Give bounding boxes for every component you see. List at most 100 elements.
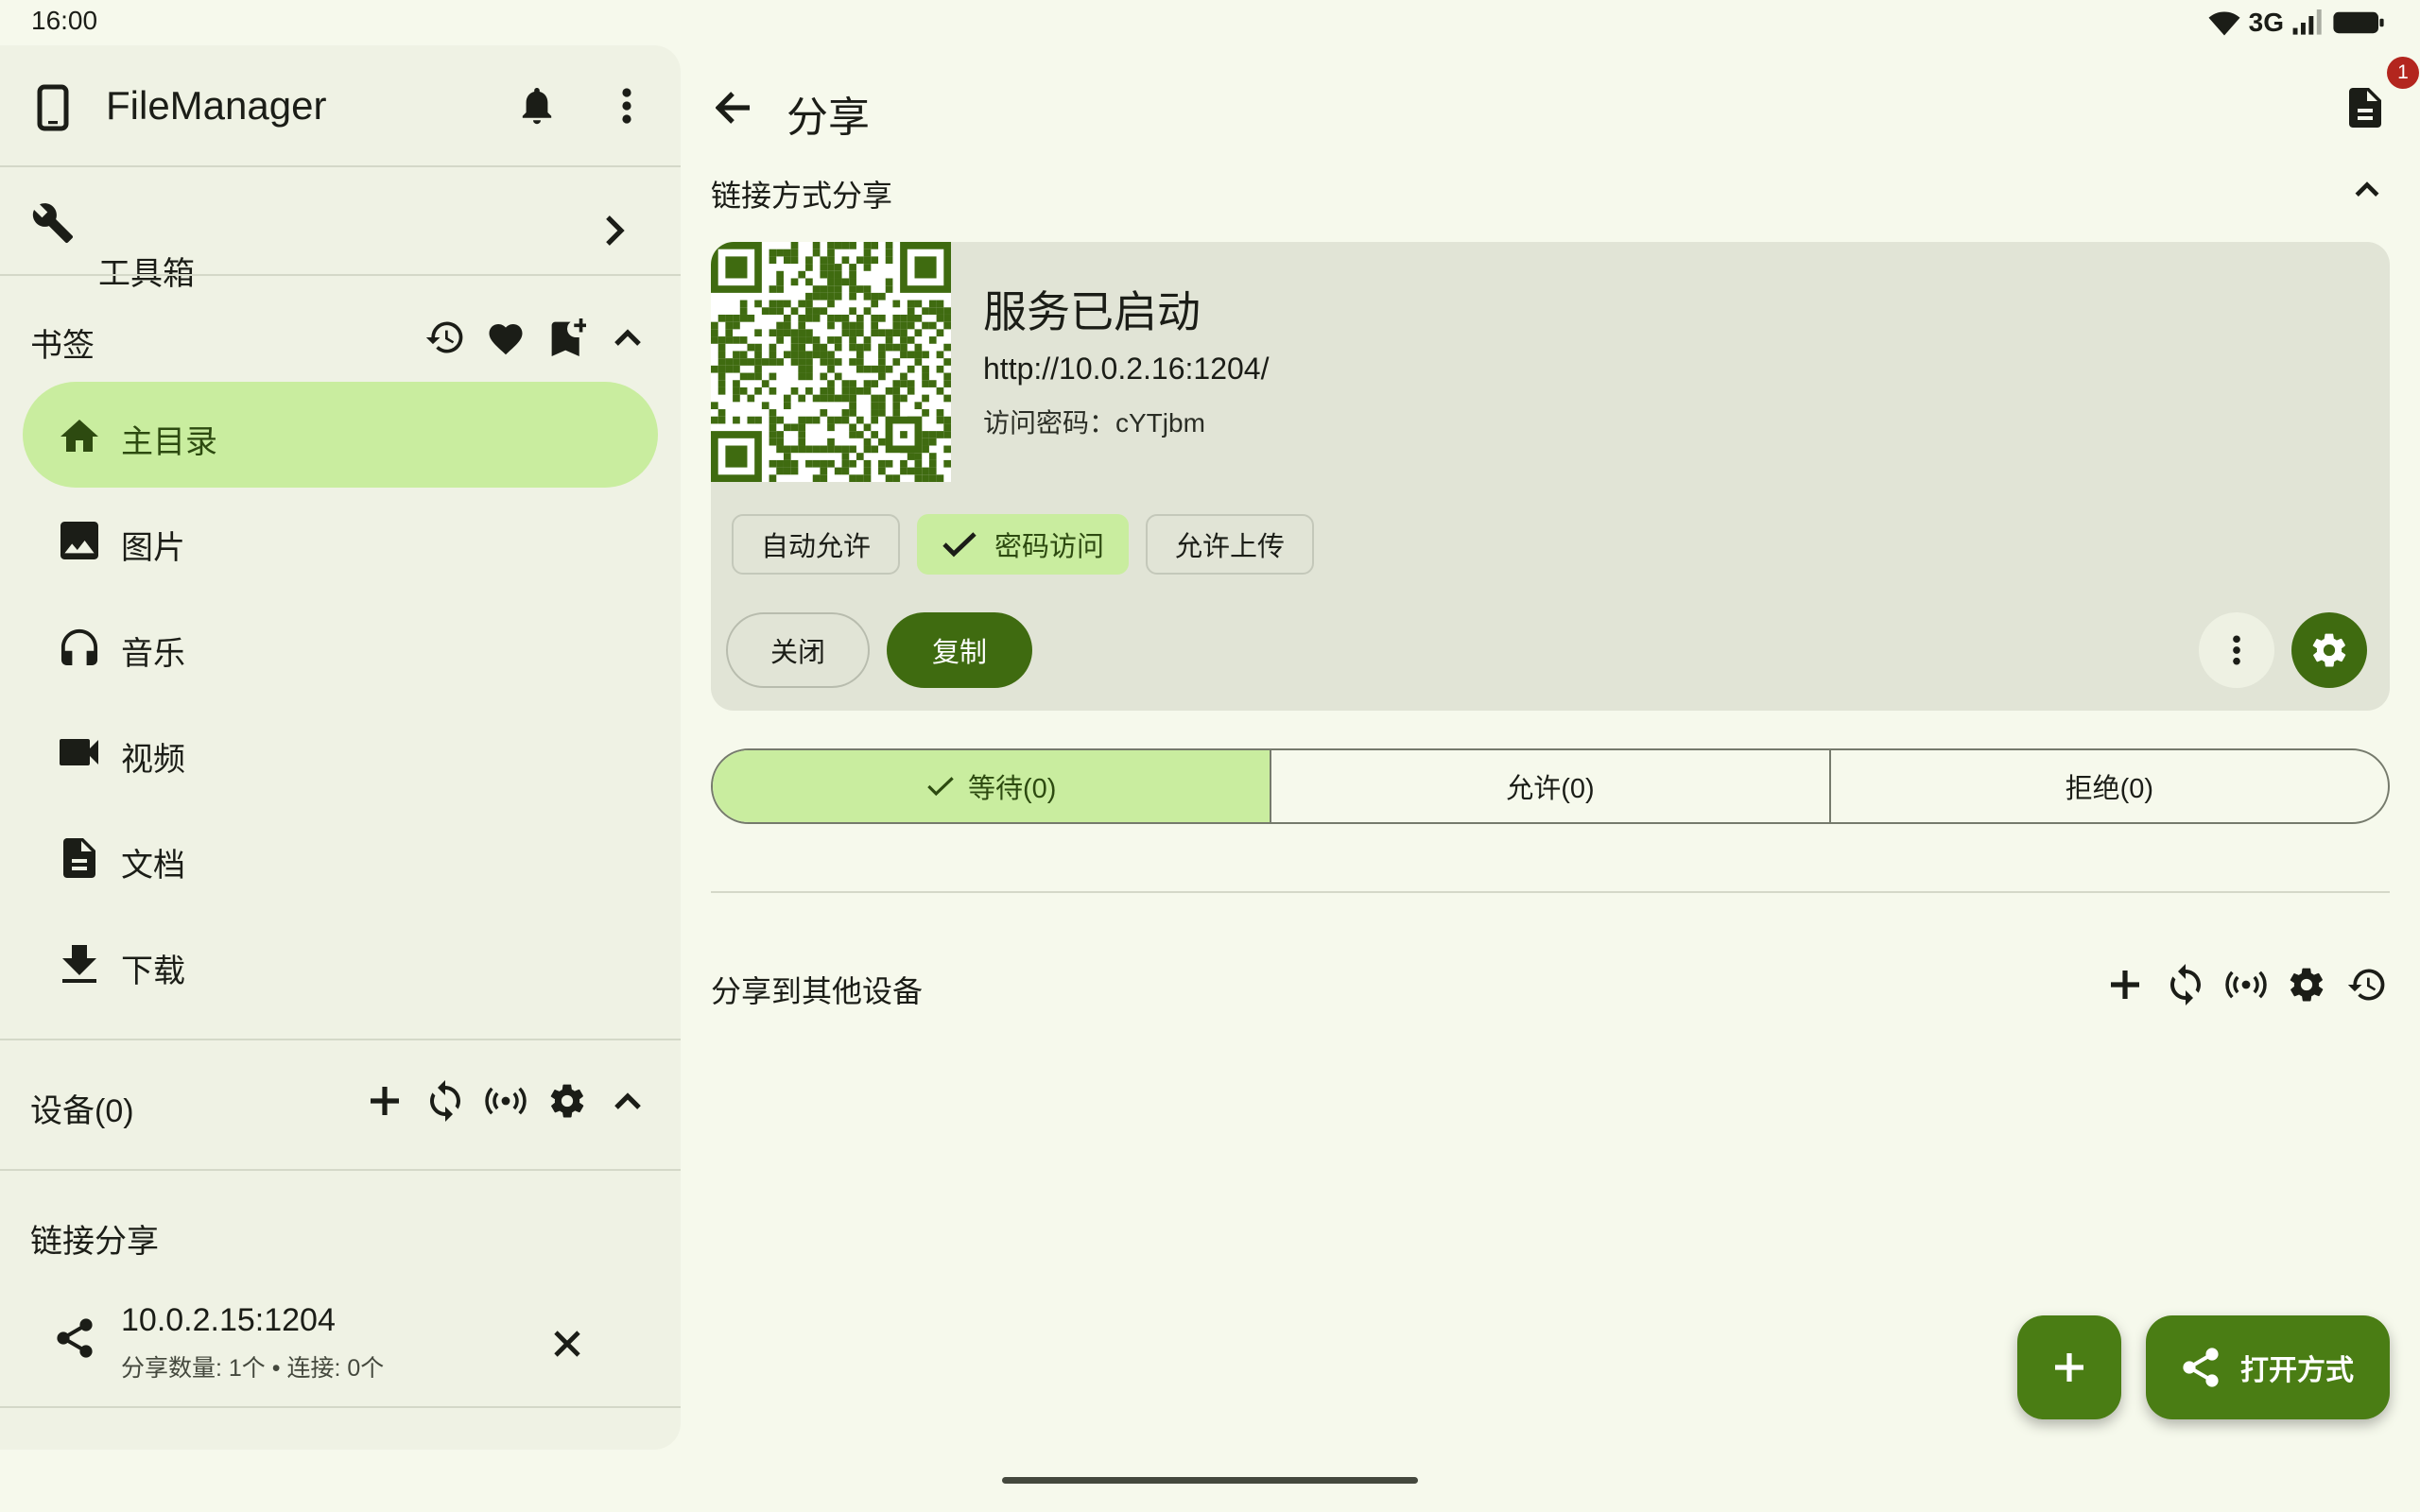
page-title: 分享 bbox=[786, 94, 870, 141]
device-settings-button[interactable] bbox=[539, 1073, 596, 1129]
status-time: 16:00 bbox=[31, 6, 98, 35]
network-type: 3G bbox=[2248, 8, 2284, 37]
headphones-icon bbox=[53, 620, 106, 673]
share-history-button[interactable] bbox=[2339, 956, 2395, 1013]
download-icon bbox=[53, 937, 106, 990]
bookmark-item-images[interactable]: 图片 bbox=[23, 488, 658, 593]
close-service-button[interactable]: 关闭 bbox=[726, 612, 870, 688]
add-fab[interactable] bbox=[2017, 1315, 2121, 1419]
bookmark-label: 音乐 bbox=[121, 636, 185, 672]
battery-icon bbox=[2331, 9, 2386, 36]
chevron-up-icon bbox=[2355, 181, 2379, 197]
history-button[interactable] bbox=[417, 309, 474, 366]
open-with-label: 打开方式 bbox=[2240, 1355, 2354, 1386]
refresh-targets-button[interactable] bbox=[2157, 956, 2214, 1013]
status-icons: 3G bbox=[2207, 6, 2386, 40]
plus-icon bbox=[2111, 971, 2139, 999]
sync-icon bbox=[430, 1080, 460, 1122]
divider bbox=[0, 1169, 681, 1171]
bookmark-label: 下载 bbox=[121, 954, 185, 989]
refresh-devices-button[interactable] bbox=[417, 1073, 474, 1129]
chip-allow-upload[interactable]: 允许上传 bbox=[1146, 514, 1314, 575]
chip-label: 自动允许 bbox=[760, 532, 871, 562]
phone-icon bbox=[30, 81, 76, 134]
add-target-button[interactable] bbox=[2097, 956, 2153, 1013]
open-with-fab[interactable]: 打开方式 bbox=[2146, 1315, 2390, 1419]
qr-code bbox=[711, 242, 951, 482]
divider bbox=[0, 274, 681, 276]
segment-label: 允许(0) bbox=[1506, 774, 1595, 804]
add-bookmark-button[interactable] bbox=[539, 309, 596, 366]
card-settings-button[interactable] bbox=[2291, 612, 2367, 688]
share-url[interactable]: http://10.0.2.16:1204/ bbox=[983, 352, 1269, 387]
broadcast-icon bbox=[485, 1087, 527, 1115]
app-title: FileManager bbox=[106, 83, 327, 128]
favorites-button[interactable] bbox=[477, 309, 534, 366]
divider bbox=[0, 1039, 681, 1040]
bookmark-item-home[interactable]: 主目录 bbox=[23, 382, 658, 488]
toolbox-label: 工具箱 bbox=[98, 256, 195, 292]
arrow-back-icon bbox=[716, 92, 750, 124]
divider bbox=[711, 891, 2390, 893]
link-share-entry[interactable]: 10.0.2.15:1204 分享数量: 1个 • 连接: 0个 bbox=[0, 1283, 681, 1400]
close-share-button[interactable] bbox=[539, 1315, 596, 1372]
bookmark-item-music[interactable]: 音乐 bbox=[23, 593, 658, 699]
segment-label: 拒绝(0) bbox=[2065, 774, 2154, 804]
bookmark-item-documents[interactable]: 文档 bbox=[23, 805, 658, 911]
bookmark-label: 图片 bbox=[121, 530, 185, 566]
target-settings-button[interactable] bbox=[2278, 956, 2335, 1013]
back-button[interactable] bbox=[703, 77, 764, 138]
bookmark-add-icon bbox=[551, 318, 586, 356]
chevron-right-icon bbox=[592, 208, 637, 253]
segment-rejected[interactable]: 拒绝(0) bbox=[1831, 750, 2388, 822]
collapse-link-section-button[interactable] bbox=[2344, 166, 2390, 212]
devices-title: 设备(0) bbox=[30, 1093, 134, 1129]
heart-icon bbox=[489, 324, 523, 355]
check-icon bbox=[942, 532, 977, 558]
check-icon bbox=[927, 777, 954, 797]
share-icon bbox=[2183, 1348, 2219, 1387]
divider bbox=[0, 1406, 681, 1408]
more-vert-button[interactable] bbox=[598, 77, 655, 134]
segment-label: 等待(0) bbox=[967, 774, 1057, 804]
plus-icon bbox=[2055, 1353, 2083, 1382]
broadcast-icon bbox=[2225, 971, 2267, 999]
chip-password-access[interactable]: 密码访问 bbox=[917, 514, 1129, 575]
notifications-button[interactable] bbox=[509, 77, 565, 134]
bookmark-label: 主目录 bbox=[121, 424, 217, 460]
share-icon bbox=[51, 1312, 98, 1365]
bookmark-item-videos[interactable]: 视频 bbox=[23, 699, 658, 805]
home-icon bbox=[53, 408, 106, 461]
broadcast-targets-button[interactable] bbox=[2218, 956, 2274, 1013]
copy-link-button[interactable]: 复制 bbox=[887, 612, 1032, 688]
history-icon bbox=[425, 321, 463, 353]
segment-waiting[interactable]: 等待(0) bbox=[713, 750, 1272, 822]
bookmark-item-downloads[interactable]: 下载 bbox=[23, 911, 658, 1017]
bookmark-label: 文档 bbox=[121, 848, 185, 884]
card-more-button[interactable] bbox=[2199, 612, 2274, 688]
image-icon bbox=[53, 514, 106, 567]
service-status: 服务已启动 bbox=[983, 287, 1201, 336]
collapse-devices-button[interactable] bbox=[599, 1073, 656, 1129]
bell-icon bbox=[522, 88, 552, 125]
navigation-drawer: FileManager 工具箱 书签 主目录 图片 音乐 视频 文档 下载 设备… bbox=[0, 45, 681, 1450]
access-password: 访问密码：cYTjbm bbox=[983, 408, 1205, 438]
collapse-bookmarks-button[interactable] bbox=[599, 309, 656, 366]
broadcast-button[interactable] bbox=[477, 1073, 534, 1129]
more-vert-icon bbox=[622, 88, 631, 124]
history-icon bbox=[2347, 969, 2385, 1001]
share-status-card: 服务已启动 http://10.0.2.16:1204/ 访问密码：cYTjbm… bbox=[711, 242, 2390, 711]
chip-auto-allow[interactable]: 自动允许 bbox=[732, 514, 900, 575]
gesture-nav-handle[interactable] bbox=[1002, 1477, 1418, 1484]
other-devices-title: 分享到其他设备 bbox=[711, 974, 924, 1008]
add-device-button[interactable] bbox=[356, 1073, 413, 1129]
divider bbox=[0, 165, 681, 167]
wrench-icon bbox=[28, 198, 78, 248]
plus-icon bbox=[371, 1087, 399, 1115]
segment-allowed[interactable]: 允许(0) bbox=[1271, 750, 1831, 822]
toolbox-item[interactable]: 工具箱 bbox=[0, 168, 681, 292]
more-vert-icon bbox=[2233, 635, 2240, 665]
wifi-icon bbox=[2207, 9, 2241, 37]
close-icon bbox=[554, 1331, 580, 1357]
transfer-log-button[interactable] bbox=[2335, 77, 2395, 138]
